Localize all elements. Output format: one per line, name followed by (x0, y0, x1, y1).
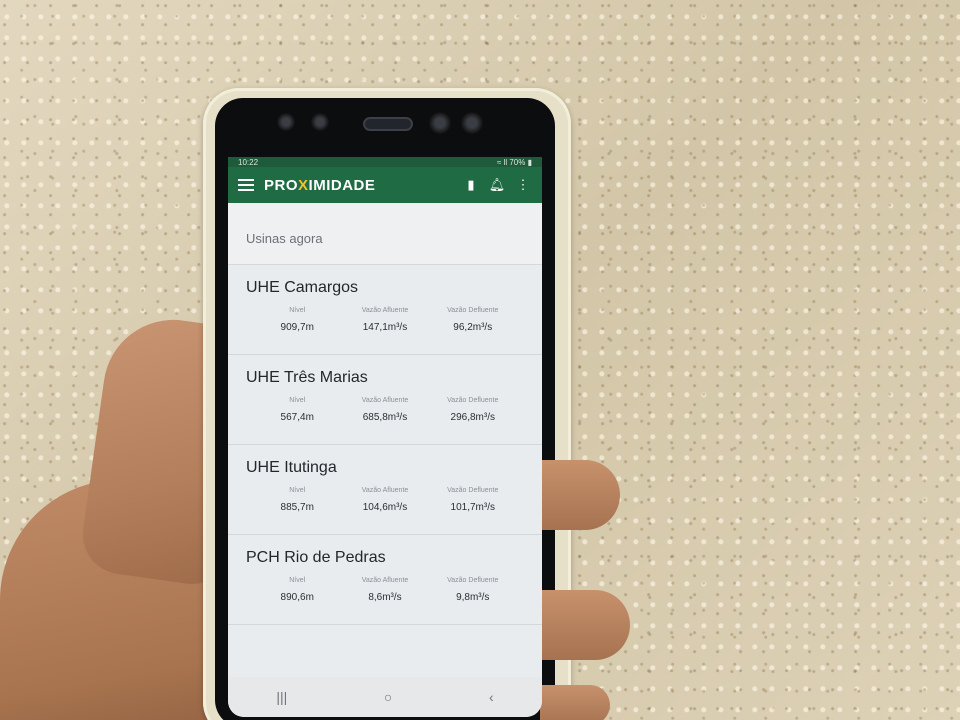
sensor-icon (277, 113, 295, 131)
metric-afluente: Vazão Afluente 104,6m³/s (361, 487, 409, 513)
earpiece-speaker (363, 117, 413, 131)
camera-icon (461, 112, 483, 134)
status-indicators: ≈ ll 70% ▮ (496, 157, 532, 167)
plant-metrics: Nível 567,4m Vazão Afluente 685,8m³/s Va… (246, 397, 524, 423)
bell-icon[interactable]: 🔔︎ (488, 177, 506, 193)
plant-card[interactable]: UHE Camargos Nível 909,7m Vazão Afluente… (228, 265, 542, 355)
plant-name: UHE Três Marias (246, 369, 368, 386)
status-bar: 10:22 ≈ ll 70% ▮ (228, 157, 542, 167)
plant-card[interactable]: PCH Rio de Pedras Nível 890,6m Vazão Afl… (228, 535, 542, 625)
plant-name: UHE Camargos (246, 279, 359, 296)
sensor-icon (311, 113, 329, 131)
finger (540, 590, 630, 660)
metric-defluente: Vazão Defluente 9,8m³/s (447, 577, 499, 603)
camera-icon (429, 112, 451, 134)
plant-metrics: Nível 909,7m Vazão Afluente 147,1m³/s Va… (246, 307, 524, 333)
metric-nivel: Nível 567,4m (280, 397, 314, 423)
plant-metrics: Nível 890,6m Vazão Afluente 8,6m³/s Vazã… (246, 577, 524, 603)
plant-name: PCH Rio de Pedras (246, 549, 386, 566)
plant-card[interactable]: UHE Três Marias Nível 567,4m Vazão Aflue… (228, 355, 542, 445)
plant-metrics: Nível 885,7m Vazão Afluente 104,6m³/s Va… (246, 487, 524, 513)
hamburger-menu-icon[interactable] (238, 179, 254, 191)
finger (540, 460, 620, 530)
metric-defluente: Vazão Defluente 296,8m³/s (447, 397, 499, 423)
app-logo: PROXIMIDADE (264, 176, 376, 194)
app-bar: PROXIMIDADE ▮ 🔔︎ ⋮ (228, 167, 542, 203)
metric-afluente: Vazão Afluente 8,6m³/s (361, 577, 409, 603)
metric-nivel: Nível 890,6m (280, 577, 314, 603)
metric-nivel: Nível 885,7m (280, 487, 314, 513)
metric-nivel: Nível 909,7m (280, 307, 314, 333)
metric-afluente: Vazão Afluente 685,8m³/s (361, 397, 409, 423)
plant-name: UHE Itutinga (246, 459, 337, 476)
metric-afluente: Vazão Afluente 147,1m³/s (361, 307, 409, 333)
system-nav-bar: ||| ○ ‹ (228, 677, 542, 717)
plant-list: UHE Camargos Nível 909,7m Vazão Afluente… (228, 265, 542, 625)
phone-screen: 10:22 ≈ ll 70% ▮ PROXIMIDADE ▮ 🔔︎ ⋮ Usin… (228, 157, 542, 717)
more-vert-icon[interactable]: ⋮ (514, 177, 532, 193)
map-icon[interactable]: ▮ (462, 177, 480, 193)
recents-button[interactable]: ||| (276, 689, 287, 705)
metric-defluente: Vazão Defluente 101,7m³/s (447, 487, 499, 513)
status-time: 10:22 (238, 157, 259, 167)
metric-defluente: Vazão Defluente 96,2m³/s (447, 307, 499, 333)
section-title: Usinas agora (228, 203, 542, 265)
back-button[interactable]: ‹ (489, 689, 494, 705)
finger (540, 685, 610, 720)
plant-card[interactable]: UHE Itutinga Nível 885,7m Vazão Afluente… (228, 445, 542, 535)
home-button[interactable]: ○ (384, 689, 392, 705)
